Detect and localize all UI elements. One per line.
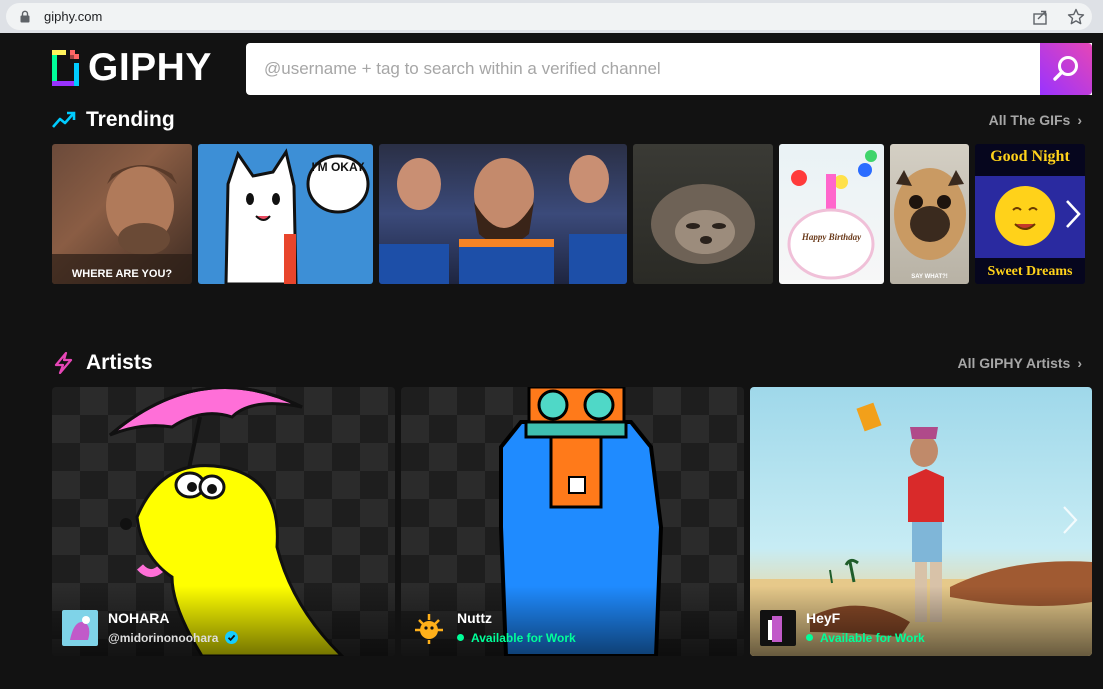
artist-name: Nuttz [457,610,492,626]
trending-gif[interactable]: SAY WHAT?! [890,144,969,284]
artist-card-footer [52,586,395,656]
search-icon [1053,56,1078,81]
trending-gif[interactable]: I'M OKAY [198,144,373,284]
gif-caption-bottom: Sweet Dreams [987,264,1073,279]
all-giphy-artists-link[interactable]: All GIPHY Artists › [958,354,1082,372]
artists-header: Artists All GIPHY Artists › [52,350,1092,376]
giphy-logo-mark-icon [52,50,79,86]
gif-image [894,168,966,260]
lock-icon [20,10,30,23]
gif-caption: SAY WHAT?! [911,274,948,280]
status-dot [457,634,464,641]
chevron-right-icon: › [1077,355,1082,371]
verified-badge-icon [224,631,238,644]
availability-text: Available for Work [820,631,925,645]
gif-caption: Happy Birthday [801,232,862,242]
artist-card-footer [401,586,744,656]
trending-header: Trending All The GIFs › [52,107,1092,133]
artist-name: NOHARA [108,610,170,626]
chevron-right-icon: › [1077,112,1082,128]
artist-name: HeyF [806,610,841,626]
artists-next-arrow-icon[interactable] [1060,505,1080,535]
availability-text: Available for Work [471,631,576,645]
bookmark-star-icon[interactable] [1066,7,1086,27]
search-bar [246,43,1092,95]
all-giphy-artists-label: All GIPHY Artists [957,355,1071,371]
share-icon[interactable] [1032,8,1050,26]
search-button[interactable] [1040,43,1092,95]
trending-arrow-icon [52,111,76,128]
status-dot [806,634,813,641]
artist-card[interactable]: Nuttz Available for Work [401,387,744,656]
artists-title: Artists [86,351,153,374]
giphy-logo[interactable]: GIPHY [52,46,212,89]
trending-title: Trending [86,108,175,131]
lightning-bolt-icon [54,352,73,374]
availability-status: Available for Work [806,631,925,645]
artist-card-footer [750,586,1092,656]
gif-caption-top: Good Night [990,148,1070,165]
gif-image [651,184,755,264]
artist-card[interactable]: HeyF Available for Work [750,387,1092,656]
logo-wordmark: GIPHY [88,46,212,89]
artist-handle-text: @midorinonoohara [108,631,219,645]
avatar [411,610,447,646]
availability-status: Available for Work [457,631,576,645]
all-the-gifs-link[interactable]: All The GIFs › [989,111,1082,129]
search-input[interactable] [246,43,1040,95]
gif-caption: WHERE ARE YOU? [71,268,173,280]
gif-image [787,150,877,280]
trending-gif[interactable]: WHERE ARE YOU? [52,144,192,284]
address-bar[interactable]: giphy.com [6,3,1092,30]
artist-handle: @midorinonoohara [108,631,238,645]
trending-gif[interactable] [379,144,627,284]
browser-toolbar: giphy.com [0,0,1103,33]
all-the-gifs-label: All The GIFs [988,112,1071,128]
url-text: giphy.com [44,9,103,24]
trending-gif[interactable]: Happy Birthday [779,144,884,284]
gif-image [52,165,192,284]
gif-image [379,155,627,284]
trending-gif[interactable] [633,144,773,284]
trending-next-arrow-icon[interactable] [1061,199,1085,229]
avatar [62,610,98,646]
artist-card[interactable]: NOHARA @midorinonoohara [52,387,395,656]
avatar [760,610,796,646]
gif-caption: I'M OKAY [311,160,365,174]
